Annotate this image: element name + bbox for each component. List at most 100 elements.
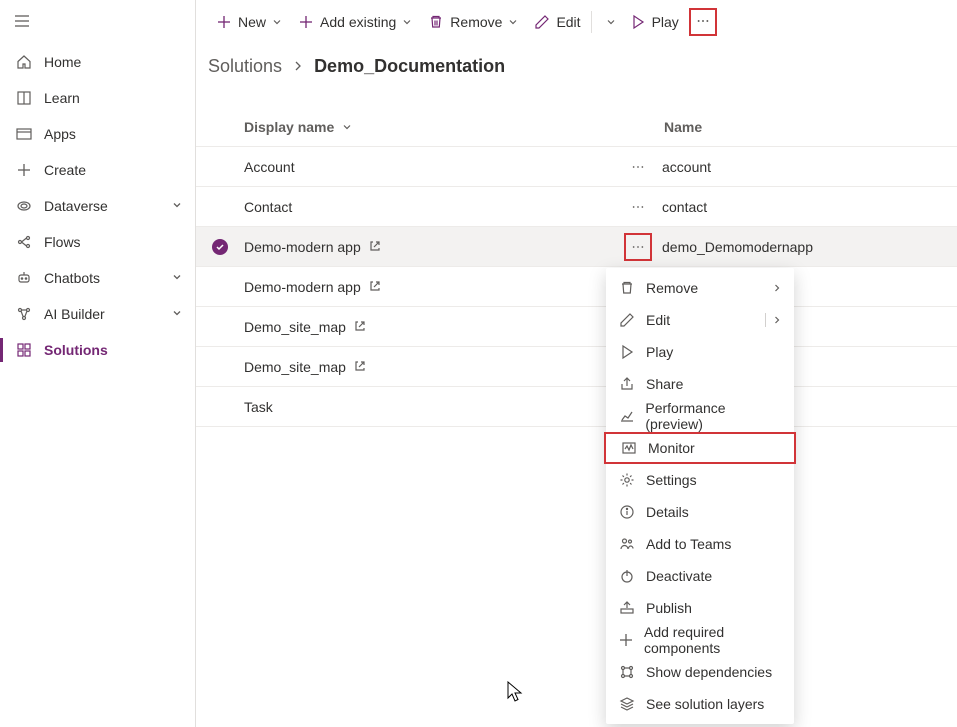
ctx-label: Details xyxy=(646,504,689,520)
context-menu: Remove Edit Play Share Performance (prev… xyxy=(606,268,794,724)
plus-icon xyxy=(618,631,634,649)
chevron-right-icon xyxy=(772,280,782,296)
ctx-edit[interactable]: Edit xyxy=(606,304,794,336)
sidebar-item-label: AI Builder xyxy=(44,306,171,322)
ctx-label: Settings xyxy=(646,472,697,488)
sidebar-item-solutions[interactable]: Solutions xyxy=(0,332,195,368)
plus-icon xyxy=(216,14,232,30)
ctx-label: Share xyxy=(646,376,683,392)
cell-name: demo_Demomodernapp xyxy=(662,239,813,255)
play-icon xyxy=(630,14,646,30)
chevron-down-icon xyxy=(606,14,616,30)
ctx-share[interactable]: Share xyxy=(606,368,794,400)
play-icon xyxy=(618,343,636,361)
row-actions-button[interactable] xyxy=(624,233,652,261)
main: New Add existing Remove Edit xyxy=(196,0,957,727)
ellipsis-icon xyxy=(696,14,710,31)
home-icon xyxy=(14,52,34,72)
flows-icon xyxy=(14,232,34,252)
column-displayname[interactable]: Display name xyxy=(244,119,334,135)
sidebar-item-aibuilder[interactable]: AI Builder xyxy=(0,296,195,332)
hamburger-icon[interactable] xyxy=(14,13,30,32)
ctx-show-dependencies[interactable]: Show dependencies xyxy=(606,656,794,688)
ctx-add-required[interactable]: Add required components xyxy=(606,624,794,656)
table-row[interactable]: Account account xyxy=(196,147,957,187)
table-row[interactable]: Demo_site_map xyxy=(196,347,957,387)
ctx-deactivate[interactable]: Deactivate xyxy=(606,560,794,592)
command-bar: New Add existing Remove Edit xyxy=(196,0,957,44)
sidebar-item-label: Flows xyxy=(44,234,183,250)
ctx-publish[interactable]: Publish xyxy=(606,592,794,624)
cmd-label: New xyxy=(238,14,266,30)
edit-button[interactable]: Edit xyxy=(526,6,588,38)
edit-icon xyxy=(534,14,550,30)
edit-split-button[interactable] xyxy=(594,6,622,38)
sidebar-item-home[interactable]: Home xyxy=(0,44,195,80)
row-actions-button[interactable] xyxy=(624,153,652,181)
ctx-settings[interactable]: Settings xyxy=(606,464,794,496)
ctx-add-to-teams[interactable]: Add to Teams xyxy=(606,528,794,560)
ctx-see-layers[interactable]: See solution layers xyxy=(606,688,794,720)
cell-displayname: Demo-modern app xyxy=(244,279,361,295)
sidebar-item-apps[interactable]: Apps xyxy=(0,116,195,152)
ctx-play[interactable]: Play xyxy=(606,336,794,368)
table-row[interactable]: Contact contact xyxy=(196,187,957,227)
ctx-label: Edit xyxy=(646,312,670,328)
play-button[interactable]: Play xyxy=(622,6,687,38)
chevron-down-icon xyxy=(508,14,518,30)
divider xyxy=(591,11,592,33)
ctx-label: Deactivate xyxy=(646,568,712,584)
table-row[interactable]: Demo_site_map xyxy=(196,307,957,347)
new-button[interactable]: New xyxy=(208,6,290,38)
chevron-down-icon xyxy=(272,14,282,30)
sidebar-item-label: Home xyxy=(44,54,183,70)
book-icon xyxy=(14,88,34,108)
open-in-new-icon[interactable] xyxy=(354,359,366,375)
breadcrumb-current: Demo_Documentation xyxy=(314,56,505,77)
cell-displayname: Demo_site_map xyxy=(244,319,346,335)
cell-name: contact xyxy=(662,199,707,215)
ctx-label: Monitor xyxy=(648,440,695,456)
cell-displayname: Task xyxy=(244,399,273,415)
layers-icon xyxy=(618,695,636,713)
add-existing-button[interactable]: Add existing xyxy=(290,6,420,38)
open-in-new-icon[interactable] xyxy=(369,279,381,295)
table-row[interactable]: Demo-modern app xyxy=(196,267,957,307)
sidebar-item-flows[interactable]: Flows xyxy=(0,224,195,260)
sidebar-item-create[interactable]: Create xyxy=(0,152,195,188)
chevron-down-icon xyxy=(402,14,412,30)
ai-icon xyxy=(14,304,34,324)
sidebar-item-label: Solutions xyxy=(44,342,183,358)
split-chevron[interactable] xyxy=(765,313,782,327)
cell-displayname: Account xyxy=(244,159,295,175)
more-commands-button[interactable] xyxy=(689,8,717,36)
dataverse-icon xyxy=(14,196,34,216)
ctx-details[interactable]: Details xyxy=(606,496,794,528)
row-actions-button[interactable] xyxy=(624,193,652,221)
power-icon xyxy=(618,567,636,585)
cmd-label: Add existing xyxy=(320,14,396,30)
chevron-down-icon xyxy=(171,270,183,286)
table-row[interactable]: Demo-modern app demo_Demomodernapp xyxy=(196,227,957,267)
open-in-new-icon[interactable] xyxy=(369,239,381,255)
ctx-remove[interactable]: Remove xyxy=(606,272,794,304)
apps-icon xyxy=(14,124,34,144)
gear-icon xyxy=(618,471,636,489)
open-in-new-icon[interactable] xyxy=(354,319,366,335)
chevron-right-icon xyxy=(292,56,304,77)
ctx-performance[interactable]: Performance (preview) xyxy=(606,400,794,432)
sidebar-item-dataverse[interactable]: Dataverse xyxy=(0,188,195,224)
sidebar-item-label: Dataverse xyxy=(44,198,171,214)
table-row[interactable]: Task xyxy=(196,387,957,427)
chart-icon xyxy=(618,407,635,425)
sidebar-item-learn[interactable]: Learn xyxy=(0,80,195,116)
solutions-icon xyxy=(14,340,34,360)
cell-displayname: Contact xyxy=(244,199,292,215)
breadcrumb-parent[interactable]: Solutions xyxy=(208,56,282,77)
sidebar: Home Learn Apps Create Dataverse Flows C… xyxy=(0,0,196,727)
remove-button[interactable]: Remove xyxy=(420,6,526,38)
sidebar-item-chatbots[interactable]: Chatbots xyxy=(0,260,195,296)
ctx-label: Add required components xyxy=(644,624,782,656)
ctx-monitor[interactable]: Monitor xyxy=(604,432,796,464)
column-name[interactable]: Name xyxy=(664,119,702,135)
